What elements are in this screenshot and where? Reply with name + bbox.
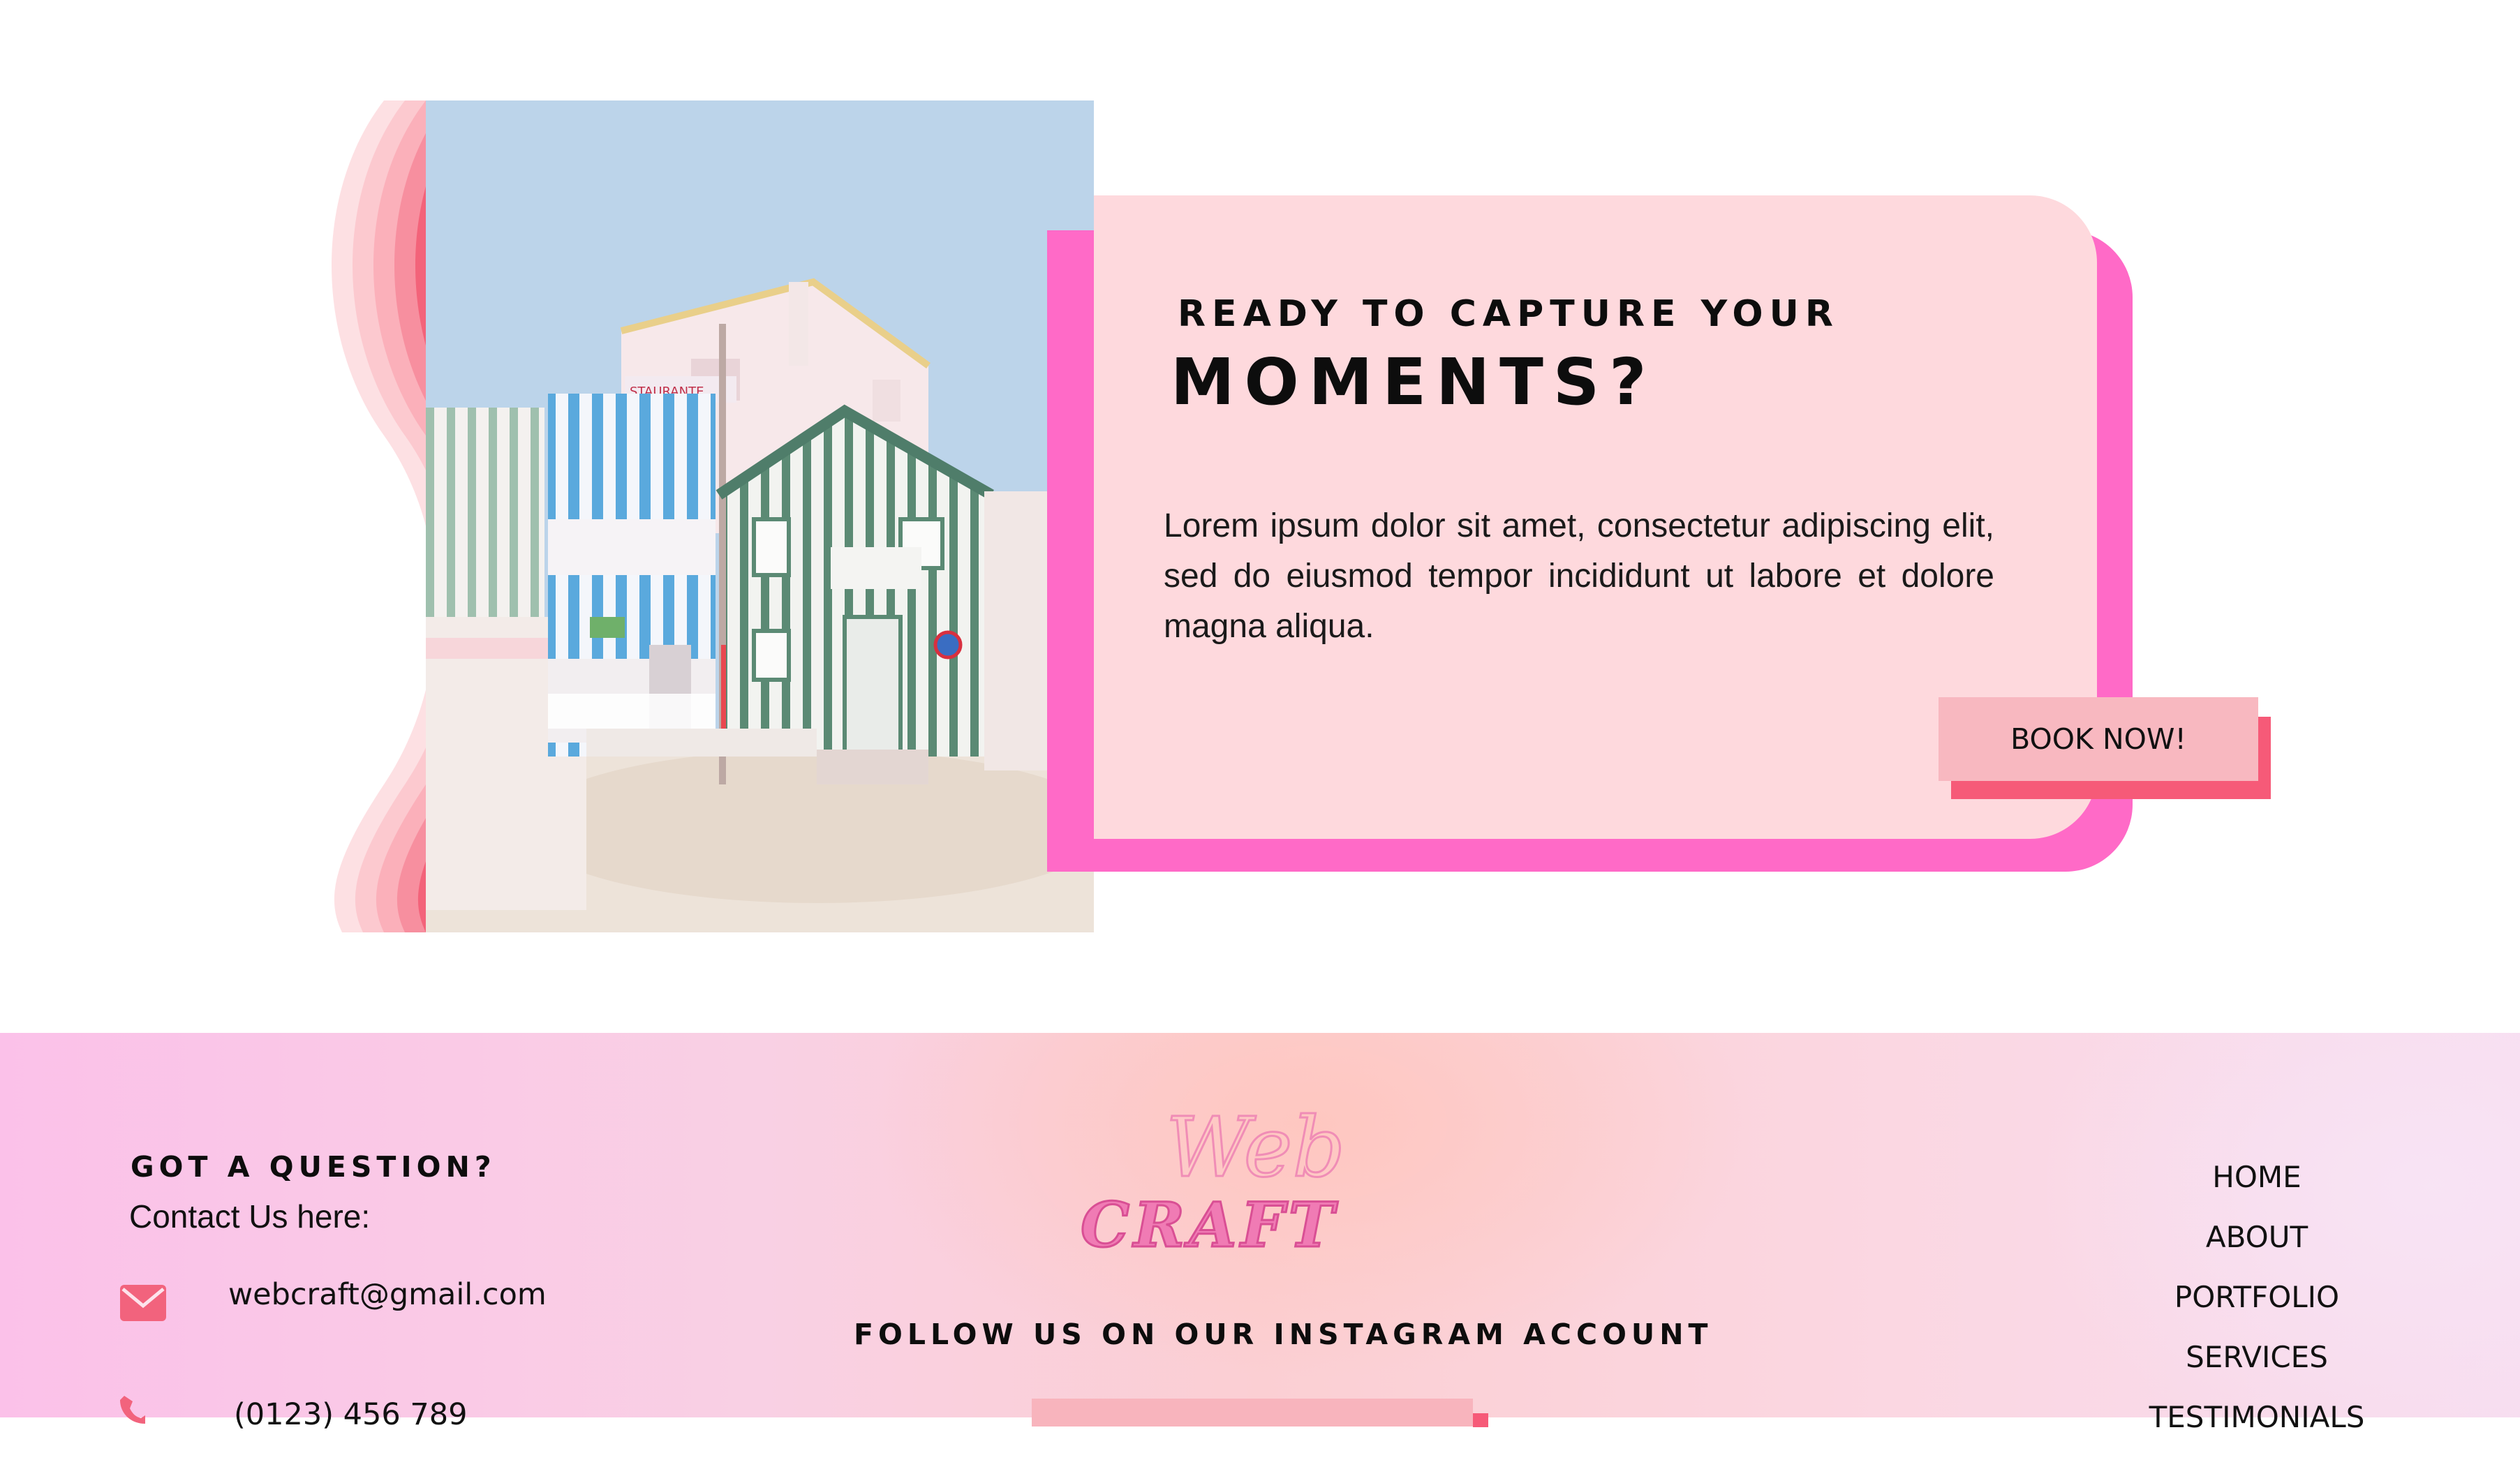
phone-link[interactable]: (0123) 456 789 [234, 1397, 467, 1432]
nav-testimonials[interactable]: TESTIMONIALS [2010, 1400, 2503, 1460]
booking-card: READY TO CAPTURE YOUR MOMENTS? Lorem ips… [1094, 195, 2271, 839]
webcraft-logo[interactable]: Web CRAFT [1061, 1103, 1459, 1270]
phone-icon [120, 1396, 145, 1424]
card-body-text: Lorem ipsum dolor sit amet, consectetur … [1164, 507, 1994, 645]
logo-script-text: Web [1166, 1103, 1345, 1195]
question-subtitle: Contact Us here: [129, 1198, 371, 1235]
footer-nav: HOME ABOUT PORTFOLIO SERVICES TESTIMONIA… [2010, 1160, 2513, 1460]
logo-block-text: CRAFT [1081, 1189, 1338, 1261]
card-headline: MOMENTS? [1171, 345, 1656, 419]
book-now-button[interactable]: BOOK NOW! [1939, 697, 2258, 781]
nav-portfolio[interactable]: PORTFOLIO [2010, 1280, 2503, 1340]
instagram-follow-text: FOLLOW US ON OUR INSTAGRAM ACCOUNT [854, 1318, 1713, 1351]
booking-section: STAURANTE READY TO CAPTURE YOUR MOMENTS?… [0, 0, 2520, 1033]
instagram-button-shadow [1473, 1413, 1488, 1427]
nav-services[interactable]: SERVICES [2010, 1340, 2503, 1400]
nav-home[interactable]: HOME [2010, 1160, 2503, 1220]
hero-photo: STAURANTE [426, 100, 1094, 932]
site-footer: GOT A QUESTION? Contact Us here: webcraf… [0, 1033, 2520, 1434]
email-link[interactable]: webcraft@gmail.com [228, 1277, 547, 1312]
nav-about[interactable]: ABOUT [2010, 1220, 2503, 1280]
card-kicker: READY TO CAPTURE YOUR [1178, 293, 1839, 335]
question-title: GOT A QUESTION? [131, 1150, 496, 1184]
envelope-icon [120, 1285, 166, 1321]
instagram-button[interactable] [1032, 1399, 1473, 1427]
